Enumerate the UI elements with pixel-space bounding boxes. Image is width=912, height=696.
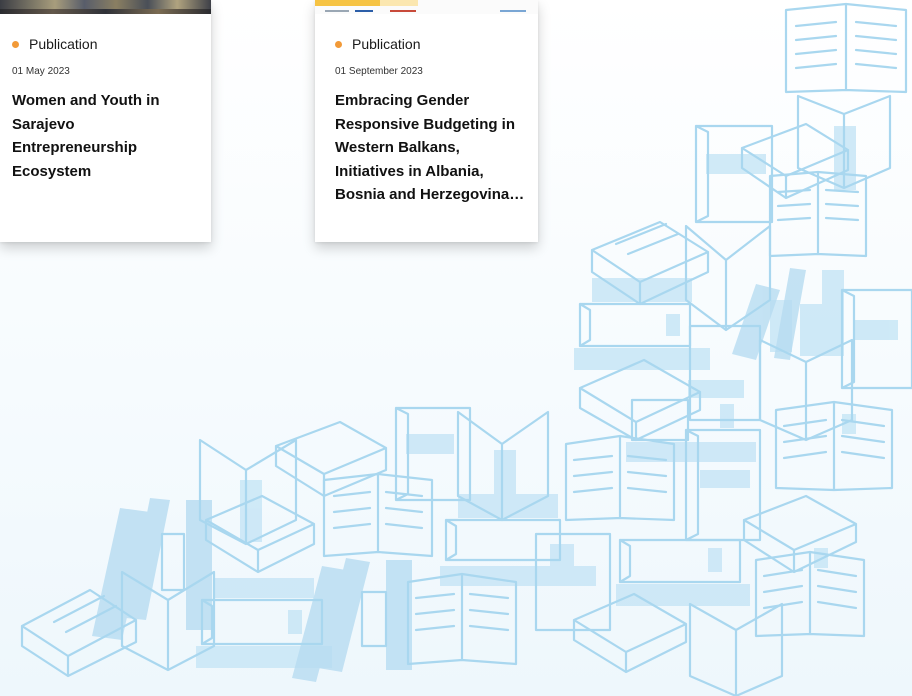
publication-card[interactable]: Publication 01 September 2023 Embracing … bbox=[315, 0, 538, 242]
partner-logo-icon bbox=[500, 10, 526, 12]
tag-label: Publication bbox=[29, 36, 98, 52]
publication-card[interactable]: Publication 01 May 2023 Women and Youth … bbox=[0, 0, 211, 242]
card-date: 01 September 2023 bbox=[335, 66, 423, 77]
card-date: 01 May 2023 bbox=[12, 66, 70, 77]
tag-dot-icon bbox=[335, 40, 342, 48]
partner-logo-icon bbox=[355, 10, 373, 12]
card-thumbnail[interactable] bbox=[0, 0, 211, 14]
partner-logo-icon bbox=[325, 10, 349, 12]
cover-stripe bbox=[315, 0, 380, 6]
card-tag: Publication bbox=[335, 36, 421, 52]
tag-label: Publication bbox=[352, 36, 421, 52]
card-tag: Publication bbox=[12, 36, 98, 52]
card-title-link[interactable]: Embracing Gender Responsive Budgeting in… bbox=[335, 89, 525, 207]
card-thumbnail[interactable] bbox=[315, 0, 538, 14]
partner-logo-icon bbox=[390, 10, 416, 12]
cover-stripe bbox=[380, 0, 418, 6]
tag-dot-icon bbox=[12, 40, 19, 48]
card-title-link[interactable]: Women and Youth in Sarajevo Entrepreneur… bbox=[12, 89, 197, 183]
